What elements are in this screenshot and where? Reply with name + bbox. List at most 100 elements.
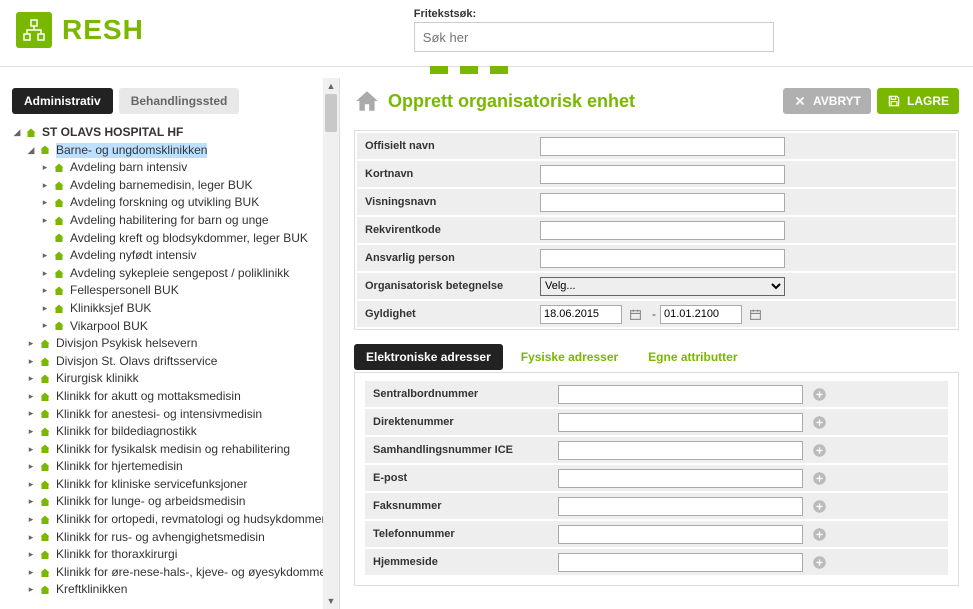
tree-item[interactable]: ▸Klinikk for øre-nese-hals-, kjeve- og ø… bbox=[12, 564, 321, 582]
sidebar-tab-0[interactable]: Administrativ bbox=[12, 88, 113, 114]
house-icon bbox=[52, 180, 66, 192]
house-icon bbox=[38, 443, 52, 455]
tree-toggle-icon[interactable]: ▸ bbox=[26, 338, 36, 350]
tree-label: Klinikk for øre-nese-hals-, kjeve- og øy… bbox=[56, 565, 330, 581]
tree-item[interactable]: ▸Klinikk for fysikalsk medisin og rehabi… bbox=[12, 441, 321, 459]
subfield-input-5[interactable] bbox=[558, 525, 803, 544]
input-kortnavn[interactable] bbox=[540, 165, 785, 184]
tree-toggle-icon[interactable]: ▸ bbox=[26, 584, 36, 596]
tree-label: Avdeling barnemedisin, leger BUK bbox=[70, 178, 253, 194]
add-icon[interactable] bbox=[811, 498, 827, 514]
tree-toggle-icon[interactable]: ▸ bbox=[40, 320, 50, 332]
tree-item[interactable]: ▸Kirurgisk klinikk bbox=[12, 370, 321, 388]
input-rekvirentkode[interactable] bbox=[540, 221, 785, 240]
tree-toggle-icon[interactable]: ▸ bbox=[40, 303, 50, 315]
tree-toggle-icon[interactable]: ▸ bbox=[40, 250, 50, 262]
house-icon bbox=[38, 391, 52, 403]
tree-item[interactable]: ▸Klinikk for anestesi- og intensivmedisi… bbox=[12, 406, 321, 424]
tree-item[interactable]: ▸Klinikk for rus- og avhengighetsmedisin bbox=[12, 529, 321, 547]
tree-item[interactable]: ◢ST OLAVS HOSPITAL HF bbox=[12, 124, 321, 142]
subfield-input-2[interactable] bbox=[558, 441, 803, 460]
tree-item[interactable]: ▸ Fellespersonell BUK bbox=[12, 282, 321, 300]
tree-toggle-icon[interactable]: ▸ bbox=[26, 532, 36, 544]
input-ansvarlig-person[interactable] bbox=[540, 249, 785, 268]
cancel-button[interactable]: AVBRYT bbox=[783, 88, 871, 114]
scroll-down-icon[interactable]: ▼ bbox=[323, 593, 339, 609]
tree-item[interactable]: Avdeling kreft og blodsykdommer, leger B… bbox=[12, 230, 321, 248]
tree-toggle-icon[interactable]: ◢ bbox=[26, 145, 36, 157]
tree-toggle-icon[interactable]: ▸ bbox=[26, 408, 36, 420]
tree-item[interactable]: ▸Avdeling sykepleie sengepost / poliklin… bbox=[12, 265, 321, 283]
search-input[interactable] bbox=[414, 22, 774, 52]
tree-item[interactable]: ▸Avdeling forskning og utvikling BUK bbox=[12, 194, 321, 212]
sidebar-scrollbar[interactable]: ▲ ▼ bbox=[323, 78, 339, 609]
calendar-to-icon[interactable] bbox=[748, 307, 762, 321]
tree-toggle-icon[interactable]: ▸ bbox=[40, 180, 50, 192]
tree-toggle-icon[interactable]: ▸ bbox=[26, 549, 36, 561]
tree-toggle-icon[interactable]: ▸ bbox=[40, 215, 50, 227]
input-date-from[interactable] bbox=[540, 305, 622, 324]
house-icon bbox=[52, 268, 66, 280]
tree-toggle-icon[interactable]: ▸ bbox=[26, 426, 36, 438]
tree-item[interactable]: ▸Avdeling nyfødt intensiv bbox=[12, 247, 321, 265]
calendar-from-icon[interactable] bbox=[628, 307, 642, 321]
select-org-betegnelse[interactable]: Velg... bbox=[540, 277, 785, 296]
tree-item[interactable]: ▸Avdeling habilitering for barn og unge bbox=[12, 212, 321, 230]
input-date-to[interactable] bbox=[660, 305, 742, 324]
tree-toggle-icon[interactable]: ▸ bbox=[26, 356, 36, 368]
add-icon[interactable] bbox=[811, 414, 827, 430]
subfield-label: Direktenummer bbox=[373, 416, 558, 428]
input-offisielt-navn[interactable] bbox=[540, 137, 785, 156]
tree-item[interactable]: ▸ Avdeling barnemedisin, leger BUK bbox=[12, 177, 321, 195]
add-icon[interactable] bbox=[811, 470, 827, 486]
tree-item[interactable]: ▸Klinikk for bildediagnostikk bbox=[12, 423, 321, 441]
tree-item[interactable]: ▸Klinikk for kliniske servicefunksjoner bbox=[12, 476, 321, 494]
add-icon[interactable] bbox=[811, 386, 827, 402]
tree-toggle-icon[interactable]: ▸ bbox=[26, 496, 36, 508]
tree-item[interactable]: ▸Klinikksjef BUK bbox=[12, 300, 321, 318]
input-visningsnavn[interactable] bbox=[540, 193, 785, 212]
tree-toggle-icon[interactable]: ▸ bbox=[40, 268, 50, 280]
tree-toggle-icon[interactable]: ▸ bbox=[26, 373, 36, 385]
tree-toggle-icon[interactable]: ▸ bbox=[26, 444, 36, 456]
subfield-input-3[interactable] bbox=[558, 469, 803, 488]
scroll-thumb[interactable] bbox=[325, 94, 337, 132]
tree-item[interactable]: ▸ Klinikk for hjertemedisin bbox=[12, 458, 321, 476]
subfield-input-1[interactable] bbox=[558, 413, 803, 432]
tree-toggle-icon[interactable]: ▸ bbox=[26, 514, 36, 526]
tree-toggle-icon[interactable]: ◢ bbox=[12, 127, 22, 139]
tree-label: Klinikk for hjertemedisin bbox=[56, 459, 183, 475]
tree-toggle-icon[interactable]: ▸ bbox=[26, 479, 36, 491]
tree-item[interactable]: ▸Divisjon St. Olavs driftsservice bbox=[12, 353, 321, 371]
subtab-1[interactable]: Fysiske adresser bbox=[509, 344, 630, 370]
add-icon[interactable] bbox=[811, 442, 827, 458]
label-visningsnavn: Visningsnavn bbox=[365, 196, 540, 208]
add-icon[interactable] bbox=[811, 526, 827, 542]
subtab-2[interactable]: Egne attributter bbox=[636, 344, 749, 370]
tree-item[interactable]: ▸Klinikk for thoraxkirurgi bbox=[12, 546, 321, 564]
subfield-input-6[interactable] bbox=[558, 553, 803, 572]
tree-item[interactable]: ▸Avdeling barn intensiv bbox=[12, 159, 321, 177]
tree-toggle-icon[interactable]: ▸ bbox=[26, 461, 36, 473]
tree-toggle-icon[interactable]: ▸ bbox=[40, 197, 50, 209]
subfield-input-0[interactable] bbox=[558, 385, 803, 404]
tree-item[interactable]: ▸Klinikk for akutt og mottaksmedisin bbox=[12, 388, 321, 406]
tree-item[interactable]: ▸Klinikk for ortopedi, revmatologi og hu… bbox=[12, 511, 321, 529]
tree-toggle-icon[interactable]: ▸ bbox=[40, 162, 50, 174]
subfield-input-4[interactable] bbox=[558, 497, 803, 516]
scroll-up-icon[interactable]: ▲ bbox=[323, 78, 339, 94]
add-icon[interactable] bbox=[811, 554, 827, 570]
sidebar-tab-1[interactable]: Behandlingssted bbox=[119, 88, 240, 114]
tree-toggle-icon[interactable]: ▸ bbox=[26, 391, 36, 403]
tree-toggle-icon[interactable]: ▸ bbox=[26, 567, 36, 579]
tree-item[interactable]: ▸Divisjon Psykisk helsevern bbox=[12, 335, 321, 353]
tree-item[interactable]: ▸Vikarpool BUK bbox=[12, 318, 321, 336]
tree-item[interactable]: ▸Klinikk for lunge- og arbeidsmedisin bbox=[12, 493, 321, 511]
tree-toggle-icon[interactable]: ▸ bbox=[40, 285, 50, 297]
subtab-0[interactable]: Elektroniske adresser bbox=[354, 344, 503, 370]
save-button[interactable]: LAGRE bbox=[877, 88, 959, 114]
tree-item[interactable]: ◢Barne- og ungdomsklinikken bbox=[12, 142, 321, 160]
house-icon bbox=[52, 303, 66, 315]
tree-label: Fellespersonell BUK bbox=[70, 283, 179, 299]
tree-item[interactable]: ▸Kreftklinikken bbox=[12, 581, 321, 599]
